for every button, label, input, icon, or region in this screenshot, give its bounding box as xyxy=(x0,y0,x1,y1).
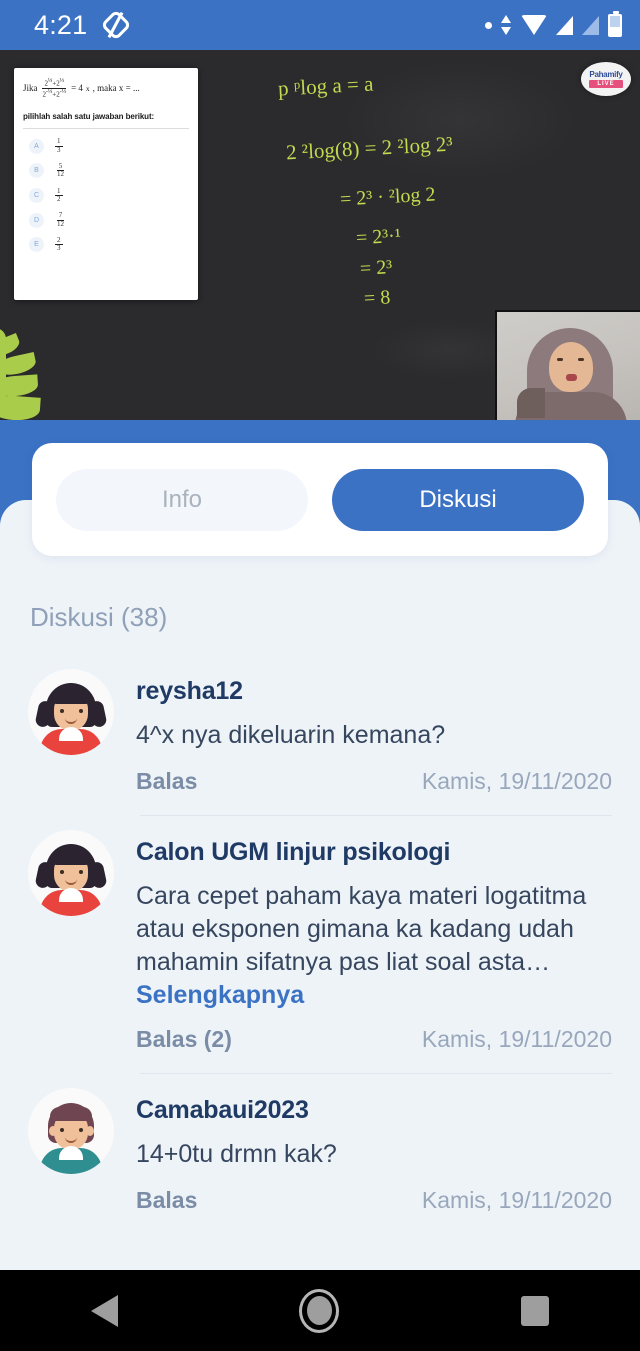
option-value: 1 2 xyxy=(55,187,63,204)
option-letter: D xyxy=(29,212,44,228)
girl-avatar xyxy=(28,669,114,755)
recents-icon[interactable] xyxy=(521,1295,550,1326)
rotation-icon xyxy=(100,9,132,41)
status-bar: 4:21 xyxy=(0,0,640,50)
comment-footer: Balas Kamis, 19/11/2020 xyxy=(136,1187,612,1214)
signal-secondary-icon xyxy=(582,15,599,35)
discussion-list: reysha12 4^x nya dikeluarin kemana? Bala… xyxy=(0,655,640,1214)
board-glow xyxy=(340,60,580,180)
option-value: 1 3 xyxy=(55,138,63,154)
comment-date: Kamis, 19/11/2020 xyxy=(421,1026,612,1052)
tab-card: Info Diskusi xyxy=(32,443,608,556)
comment-text: 4^x nya dikeluarin kemana? xyxy=(136,721,446,749)
comment-author: Camabaui2023 xyxy=(136,1096,309,1124)
tab-diskusi[interactable]: Diskusi xyxy=(332,468,584,531)
option-value: 5 12 xyxy=(55,162,66,179)
signal-icon xyxy=(556,15,573,35)
quiz-card: Jika 2⅓+2⅓ 2-⅓+2-⅓ = 4x , maka x = ... p… xyxy=(14,68,198,300)
boy-avatar xyxy=(28,1088,114,1174)
handwriting-line-5: = 2³ xyxy=(359,256,393,280)
quiz-divider xyxy=(23,128,189,130)
status-icons xyxy=(485,10,622,37)
option-denominator: 2 xyxy=(57,195,61,204)
quiz-suffix: , maka x = ... xyxy=(92,83,140,94)
quiz-option-e[interactable]: E 2 3 xyxy=(23,236,189,253)
wifi-icon xyxy=(521,15,547,35)
comment-text: Cara cepet paham kaya materi logatitma a… xyxy=(136,882,587,976)
quiz-option-d[interactable]: D 7 12 xyxy=(23,212,189,228)
data-updown-icon xyxy=(501,14,512,36)
video-player[interactable]: Jika 2⅓+2⅓ 2-⅓+2-⅓ = 4x , maka x = ... p… xyxy=(0,50,640,420)
option-denominator: 12 xyxy=(57,219,64,228)
comment-date: Kamis, 19/11/2020 xyxy=(421,1187,612,1213)
show-more-link[interactable]: Selengkapnya xyxy=(136,981,304,1010)
girl-avatar xyxy=(28,830,114,916)
option-letter: A xyxy=(29,138,44,154)
quiz-prompt-prefix: Jika xyxy=(23,83,38,94)
handwriting-line-4: = 2³·¹ xyxy=(355,224,402,250)
comment-author: reysha12 xyxy=(136,677,243,705)
quiz-exponent: x xyxy=(85,83,90,93)
quiz-option-b[interactable]: B 5 12 xyxy=(23,162,189,179)
dot-icon xyxy=(485,21,492,29)
option-letter: B xyxy=(29,163,44,179)
comment-body: Camabaui2023 14+0tu drmn kak? Balas Kami… xyxy=(136,1074,612,1214)
comment-item[interactable]: reysha12 4^x nya dikeluarin kemana? Bala… xyxy=(0,655,640,795)
back-icon[interactable] xyxy=(90,1294,118,1327)
tab-info[interactable]: Info xyxy=(56,468,308,531)
comment-body: reysha12 4^x nya dikeluarin kemana? Bala… xyxy=(136,655,612,795)
battery-icon xyxy=(608,10,622,37)
comment-body: Calon UGM linjur psikologi Cara cepet pa… xyxy=(136,816,612,1053)
reply-button[interactable]: Balas xyxy=(136,1187,197,1214)
comment-item[interactable]: Camabaui2023 14+0tu drmn kak? Balas Kami… xyxy=(0,1074,640,1214)
webcam-face xyxy=(549,342,593,392)
discussion-heading: Diskusi (38) xyxy=(30,602,168,632)
option-letter: C xyxy=(29,188,44,204)
webcam-eye-right xyxy=(578,358,584,361)
comment-text: 14+0tu drmn kak? xyxy=(136,1140,337,1168)
comment-author: Calon UGM linjur psikologi xyxy=(136,838,451,866)
option-denominator: 12 xyxy=(57,170,64,179)
option-value: 7 12 xyxy=(55,212,66,228)
reply-button[interactable]: Balas (2) xyxy=(136,1026,232,1053)
webcam-mouth xyxy=(566,374,577,381)
option-letter: E xyxy=(29,237,44,253)
comment-footer: Balas Kamis, 19/11/2020 xyxy=(136,768,612,795)
handwriting-line-6: = 8 xyxy=(363,286,391,310)
quiz-equals: = 4 xyxy=(71,83,83,94)
webcam-overlay[interactable] xyxy=(495,310,640,420)
option-value: 2 3 xyxy=(55,236,63,253)
status-clock: 4:21 xyxy=(34,9,88,40)
logo-name: Pahamify xyxy=(589,70,623,79)
quiz-question: Jika 2⅓+2⅓ 2-⅓+2-⅓ = 4x , maka x = ... xyxy=(23,78,189,98)
comment-date: Kamis, 19/11/2020 xyxy=(421,768,612,794)
handwriting-line-1: p ᵖlog a = a xyxy=(277,71,374,101)
android-nav-bar xyxy=(0,1270,640,1351)
logo-live-badge: LIVE xyxy=(589,80,623,88)
pahamify-live-logo: Pahamify LIVE xyxy=(581,62,631,96)
leaf-decoration xyxy=(0,328,66,420)
quiz-instruction: pilihlah salah satu jawaban berikut: xyxy=(23,112,155,122)
comment-item[interactable]: Calon UGM linjur psikologi Cara cepet pa… xyxy=(0,816,640,1053)
option-denominator: 3 xyxy=(57,145,61,154)
quiz-option-c[interactable]: C 1 2 xyxy=(23,187,189,204)
handwriting-line-3: = 2³ · ²log 2 xyxy=(339,183,436,211)
app-root: 4:21 Jika 2⅓+2⅓ 2-⅓+2-⅓ = 4x , maka x = … xyxy=(0,0,640,1351)
webcam-eye-left xyxy=(557,358,563,361)
quiz-fraction: 2⅓+2⅓ 2-⅓+2-⅓ xyxy=(42,78,67,98)
comment-footer: Balas (2) Kamis, 19/11/2020 xyxy=(136,1026,612,1053)
reply-button[interactable]: Balas xyxy=(136,768,197,795)
option-denominator: 3 xyxy=(57,244,61,253)
webcam-pattern xyxy=(517,388,545,418)
quiz-option-a[interactable]: A 1 3 xyxy=(23,138,189,154)
home-icon[interactable] xyxy=(299,1288,340,1333)
